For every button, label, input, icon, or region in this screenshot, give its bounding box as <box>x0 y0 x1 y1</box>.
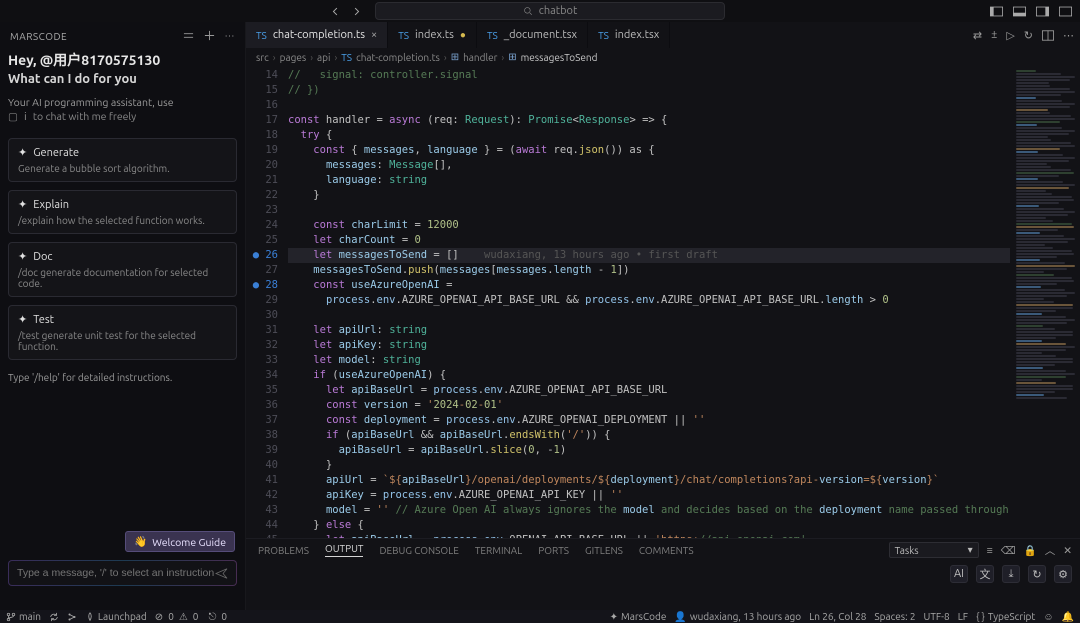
status-encoding[interactable]: UTF-8 <box>924 611 950 622</box>
new-chat-icon[interactable] <box>204 30 215 42</box>
panel-tab-problems[interactable]: PROBLEMS <box>258 545 309 556</box>
status-bar: main Launchpad ⊘0 ⚠0 ⎋0 ✦ MarsCode 👤 wud… <box>0 610 1080 623</box>
chat-input-wrapper <box>8 560 237 586</box>
minimap[interactable] <box>1010 66 1080 538</box>
status-ln-col[interactable]: Ln 26, Col 28 <box>809 611 866 622</box>
panel-tab-gitlens[interactable]: GITLENS <box>585 545 623 556</box>
panel-close-icon[interactable]: ✕ <box>1063 544 1072 557</box>
panel-chip-translate-icon[interactable]: 文 <box>976 565 994 583</box>
filter-icon[interactable]: ≡ <box>987 544 993 557</box>
ts-file-icon: TS <box>487 30 498 41</box>
panel-chip-gear-icon[interactable]: ⚙ <box>1054 565 1072 583</box>
status-problems[interactable]: ⊘0 ⚠0 <box>155 611 201 623</box>
layout-customize-icon[interactable] <box>1059 6 1072 17</box>
search-label: chatbot <box>539 5 578 17</box>
breadcrumb-segment[interactable]: chat-completion.ts <box>356 52 440 63</box>
status-bell-icon[interactable]: 🔔 <box>1062 611 1074 623</box>
card-generate[interactable]: ✦Generate Generate a bubble sort algorit… <box>8 138 237 182</box>
send-icon[interactable] <box>215 568 228 579</box>
layout-panel-icon[interactable] <box>1013 6 1026 17</box>
greeting-sub: What can I do for you <box>8 72 237 86</box>
ts-file-icon: TS <box>256 30 267 41</box>
ts-file-icon: TS <box>398 30 409 41</box>
tab-index-tsx[interactable]: TSindex.tsx <box>588 22 670 48</box>
tab-index-ts[interactable]: TSindex.ts● <box>388 22 477 48</box>
panel-tab-output[interactable]: OUTPUT <box>325 543 364 557</box>
output-channel-select[interactable]: Tasks ▾ <box>889 542 979 558</box>
help-line: Type '/help' for detailed instructions. <box>8 372 237 383</box>
expand-icon[interactable] <box>183 30 194 42</box>
chevron-down-icon: ▾ <box>968 544 973 556</box>
breadcrumb-segment[interactable]: pages <box>280 52 307 63</box>
card-doc[interactable]: ✦Doc /doc generate documentation for sel… <box>8 242 237 297</box>
status-spaces[interactable]: Spaces: 2 <box>874 611 915 622</box>
wave-icon: 👋 <box>134 535 147 548</box>
panel-tab-debug-console[interactable]: DEBUG CONSOLE <box>379 545 458 556</box>
status-sync[interactable] <box>49 612 59 622</box>
split-icon[interactable] <box>1042 30 1054 41</box>
tab-_document-tsx[interactable]: TS_document.tsx <box>477 22 588 48</box>
chat-box-icon: ▢ <box>8 110 18 122</box>
chevron-up-icon[interactable]: ︿ <box>1045 543 1056 558</box>
status-branch[interactable]: main <box>6 611 41 622</box>
greeting: Hey, @用户8170575130 <box>8 50 237 70</box>
panel-tab-ports[interactable]: PORTS <box>538 545 569 556</box>
status-launchpad[interactable]: Launchpad <box>85 611 147 622</box>
more-icon[interactable]: ⋯ <box>225 30 236 42</box>
clear-icon[interactable]: ⌫ <box>1001 544 1016 557</box>
lock-icon[interactable]: 🔒 <box>1024 544 1037 557</box>
panel-chip-ai-icon[interactable]: AI <box>950 565 968 583</box>
git-compare-icon[interactable]: ⇄ <box>973 29 982 42</box>
status-blame[interactable]: 👤 wudaxiang, 13 hours ago <box>674 611 801 623</box>
modified-dot-icon: ● <box>460 29 466 41</box>
ts-file-icon: TS <box>341 52 352 63</box>
status-ports[interactable]: ⎋0 <box>208 611 229 623</box>
breadcrumb[interactable]: src›pages›api›TS chat-completion.ts›⊞ ha… <box>246 48 1080 66</box>
close-icon[interactable]: × <box>371 29 377 41</box>
code-view[interactable]: // signal: controller.signal// }) const … <box>288 66 1080 538</box>
search-icon <box>523 6 533 16</box>
assist-line-1: Your AI programming assistant, use <box>8 96 237 108</box>
status-graph-icon[interactable] <box>67 612 77 622</box>
chat-input[interactable] <box>17 567 215 579</box>
card-explain[interactable]: ✦Explain /explain how the selected funct… <box>8 190 237 234</box>
status-product[interactable]: ✦ MarsCode <box>610 611 667 623</box>
symbol-icon: ⊞ <box>508 51 516 63</box>
status-lang[interactable]: { } TypeScript <box>976 611 1035 622</box>
line-number-gutter: 141516171819202122232425● 2627● 28293031… <box>246 66 288 538</box>
sparkle-icon: ✦ <box>18 250 27 263</box>
ts-file-icon: TS <box>598 30 609 41</box>
diff-icon[interactable]: ± <box>991 29 997 41</box>
nav-forward-icon[interactable] <box>351 6 362 17</box>
symbol-icon: ⊞ <box>451 51 459 63</box>
card-test[interactable]: ✦Test /test generate unit test for the s… <box>8 305 237 360</box>
refresh-icon[interactable]: ↻ <box>1024 29 1033 42</box>
command-search[interactable]: chatbot <box>375 2 725 20</box>
sparkle-icon: ✦ <box>18 146 27 159</box>
breadcrumb-segment[interactable]: handler <box>463 52 497 63</box>
breadcrumb-segment[interactable]: messagesToSend <box>521 52 598 63</box>
tab-chat-completion-ts[interactable]: TSchat-completion.ts× <box>246 22 388 48</box>
assist-line-2: to chat with me freely <box>33 110 136 122</box>
welcome-guide-button[interactable]: 👋 Welcome Guide <box>125 531 235 552</box>
panel-tab-comments[interactable]: COMMENTS <box>639 545 694 556</box>
editor-tabs: TSchat-completion.ts×TSindex.ts●TS_docum… <box>246 22 1080 48</box>
sidebar-brand: MARSCODE <box>10 31 67 42</box>
breadcrumb-segment[interactable]: src <box>256 52 269 63</box>
status-feedback-icon[interactable]: ☺ <box>1043 611 1053 623</box>
run-icon[interactable]: ▷ <box>1006 29 1014 42</box>
layout-primary-sidebar-icon[interactable] <box>990 6 1003 17</box>
nav-back-icon[interactable] <box>330 6 341 17</box>
breadcrumb-segment[interactable]: api <box>317 52 330 63</box>
sparkle-icon: ✦ <box>18 198 27 211</box>
sparkle-icon: ✦ <box>18 313 27 326</box>
layout-secondary-sidebar-icon[interactable] <box>1036 6 1049 17</box>
cursor-icon: Ꭵ <box>24 110 26 122</box>
panel-chip-refresh-icon[interactable]: ↻ <box>1028 565 1046 583</box>
panel-tab-terminal[interactable]: TERMINAL <box>475 545 522 556</box>
panel-chip-download-icon[interactable]: ⤓ <box>1002 565 1020 583</box>
tab-more-icon[interactable]: ⋯ <box>1063 29 1074 42</box>
status-eol[interactable]: LF <box>958 611 968 622</box>
